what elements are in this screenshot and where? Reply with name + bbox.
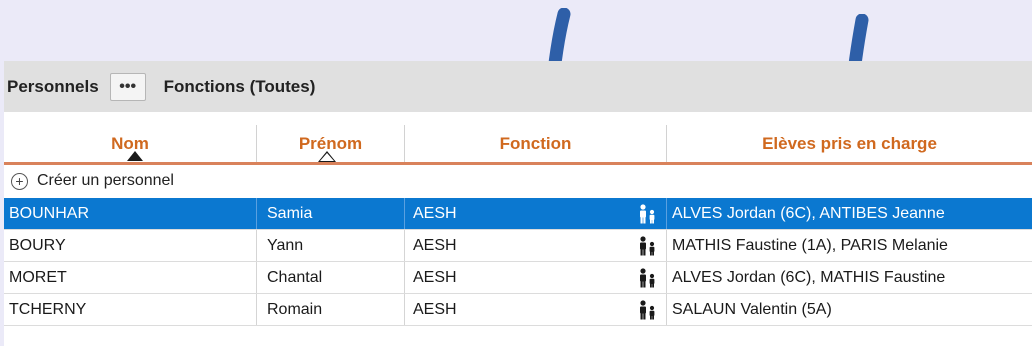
table-header: Nom Prénom Fonction Elèves pris en charg… <box>4 125 1032 165</box>
table-row[interactable]: TCHERNY Romain AESH SALAUN Valentin (5A) <box>4 294 1032 326</box>
cell-fonction: AESH <box>405 230 667 261</box>
sort-secondary-icon <box>318 151 336 162</box>
more-options-button[interactable]: ••• <box>109 72 146 101</box>
fonction-label: AESH <box>413 236 457 254</box>
cell-fonction: AESH <box>405 198 667 229</box>
cell-eleves: MATHIS Faustine (1A), PARIS Melanie <box>672 236 948 254</box>
sort-indicator-icon <box>127 151 143 161</box>
cell-nom: MORET <box>4 262 257 293</box>
cell-fonction: AESH <box>405 294 667 325</box>
table-row[interactable]: BOURY Yann AESH MATHIS Faustine (1A), PA… <box>4 230 1032 262</box>
cell-prenom: Chantal <box>257 262 405 293</box>
cell-nom: BOURY <box>4 230 257 261</box>
family-icon <box>640 204 655 224</box>
cell-nom: BOUNHAR <box>4 198 257 229</box>
fonction-label: AESH <box>413 268 457 286</box>
fonction-label: AESH <box>413 300 457 318</box>
family-icon <box>640 268 655 288</box>
cell-fonction: AESH <box>405 262 667 293</box>
table-row[interactable]: MORET Chantal AESH ALVES Jordan (6C), MA… <box>4 262 1032 294</box>
function-filter[interactable]: Fonctions (Toutes) <box>164 77 316 97</box>
toolbar: Personnels ••• Fonctions (Toutes) <box>4 61 1032 112</box>
table-row[interactable]: BOUNHAR Samia AESH ALVES Jordan (6C), AN… <box>4 198 1032 230</box>
create-personnel-label: Créer un personnel <box>37 172 174 189</box>
cell-prenom: Samia <box>257 198 405 229</box>
cell-eleves: ALVES Jordan (6C), MATHIS Faustine <box>672 268 946 286</box>
column-header-eleves[interactable]: Elèves pris en charge <box>667 125 1032 162</box>
plus-circle-icon: + <box>11 172 28 190</box>
cell-nom: TCHERNY <box>4 294 257 325</box>
cell-eleves: SALAUN Valentin (5A) <box>672 300 832 318</box>
create-personnel-button[interactable]: + Créer un personnel <box>4 165 1032 197</box>
fonction-label: AESH <box>413 204 457 222</box>
family-icon <box>640 236 655 256</box>
cell-prenom: Yann <box>257 230 405 261</box>
family-icon <box>640 300 655 320</box>
cell-eleves: ALVES Jordan (6C), ANTIBES Jeanne <box>672 204 945 222</box>
toolbar-title: Personnels <box>7 76 99 96</box>
personnel-panel: Personnels ••• Fonctions (Toutes) Nom Pr… <box>4 61 1032 346</box>
cell-prenom: Romain <box>257 294 405 325</box>
column-header-fonction[interactable]: Fonction <box>405 125 667 162</box>
